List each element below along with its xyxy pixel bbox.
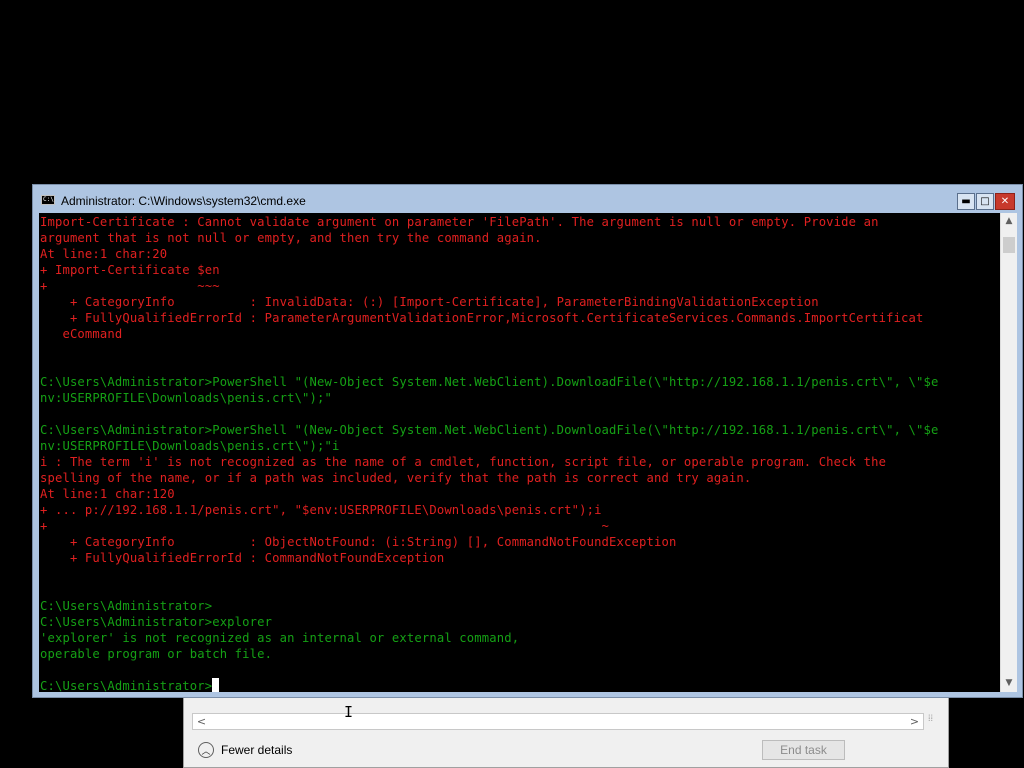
horizontal-scrollbar[interactable]: < > <box>192 713 924 730</box>
console-line: Import-Certificate : Cannot validate arg… <box>40 215 879 229</box>
console-line: + CategoryInfo : InvalidData: (:) [Impor… <box>40 295 819 309</box>
end-task-button[interactable]: End task <box>762 740 845 760</box>
fewer-details-button[interactable]: ︿ Fewer details <box>198 739 292 761</box>
console-line: eCommand <box>40 327 123 341</box>
console-line: + CategoryInfo : ObjectNotFound: (i:Stri… <box>40 535 677 549</box>
console-line: + ~ <box>40 519 610 533</box>
cmd-icon: C:\ <box>41 195 55 205</box>
vertical-scrollbar[interactable]: ▲ ▼ <box>1000 213 1017 692</box>
title-bar[interactable]: C:\ Administrator: C:\Windows\system32\c… <box>33 185 1022 212</box>
console-line: argument that is not null or empty, and … <box>40 231 542 245</box>
console-line: + ~~~ <box>40 279 220 293</box>
console-line: C:\Users\Administrator>explorer <box>40 615 273 629</box>
console-line: nv:USERPROFILE\Downloads\penis.crt\");"i <box>40 439 340 453</box>
fewer-details-label: Fewer details <box>221 743 293 757</box>
console-line: At line:1 char:20 <box>40 247 168 261</box>
console-line: C:\Users\Administrator> <box>40 678 939 692</box>
task-manager-window: < > ⁞⁞ ︿ Fewer details End task <box>183 688 949 768</box>
console-line: + Import-Certificate $en <box>40 263 220 277</box>
console-line: 'explorer' is not recognized as an inter… <box>40 631 520 645</box>
window-title: Administrator: C:\Windows\system32\cmd.e… <box>61 194 306 208</box>
console-lines: Import-Certificate : Cannot validate arg… <box>40 214 939 692</box>
cmd-window[interactable]: C:\ Administrator: C:\Windows\system32\c… <box>32 184 1023 698</box>
close-button[interactable]: ✕ <box>995 193 1015 210</box>
mouse-cursor-icon: I <box>344 703 354 721</box>
console-line: C:\Users\Administrator> <box>40 599 213 613</box>
console-line: + FullyQualifiedErrorId : CommandNotFoun… <box>40 551 445 565</box>
chevron-up-icon: ︿ <box>198 742 214 758</box>
resize-grip-icon[interactable]: ⁞⁞ <box>928 713 942 730</box>
maximize-button[interactable]: □ <box>976 193 994 210</box>
console-output[interactable]: Import-Certificate : Cannot validate arg… <box>39 213 1000 692</box>
console-line: i : The term 'i' is not recognized as th… <box>40 455 887 469</box>
minimize-button[interactable]: ▬ <box>957 193 975 210</box>
console-line: + FullyQualifiedErrorId : ParameterArgum… <box>40 311 924 325</box>
console-line: At line:1 char:120 <box>40 487 175 501</box>
scroll-left-icon[interactable]: < <box>193 714 210 729</box>
text-cursor <box>212 678 220 692</box>
console-line: + ... p://192.168.1.1/penis.crt", "$env:… <box>40 503 602 517</box>
console-line: C:\Users\Administrator>PowerShell "(New-… <box>40 375 939 389</box>
scroll-right-icon[interactable]: > <box>906 714 923 729</box>
console-line: spelling of the name, or if a path was i… <box>40 471 752 485</box>
scrollbar-thumb[interactable] <box>1003 237 1015 253</box>
scroll-down-icon[interactable]: ▼ <box>1001 675 1017 692</box>
console-line: C:\Users\Administrator>PowerShell "(New-… <box>40 423 939 437</box>
console-line: operable program or batch file. <box>40 647 273 661</box>
console-line: nv:USERPROFILE\Downloads\penis.crt\");" <box>40 391 333 405</box>
scroll-up-icon[interactable]: ▲ <box>1001 213 1017 230</box>
